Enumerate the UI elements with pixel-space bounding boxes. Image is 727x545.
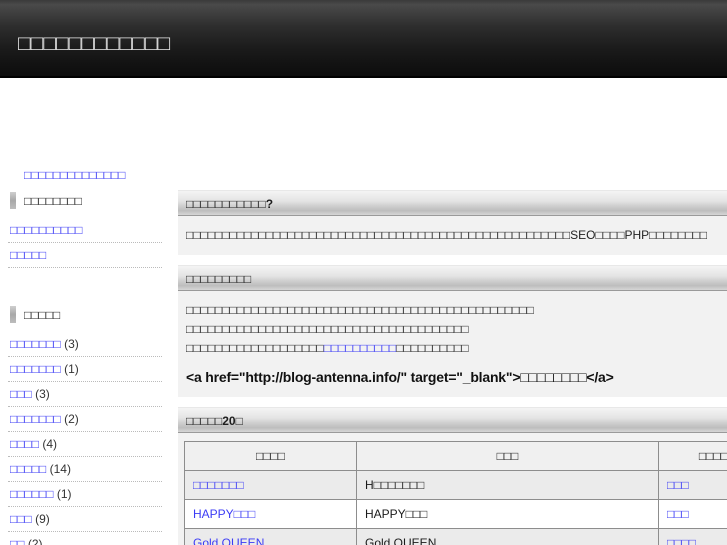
sidebar-item-category-5[interactable]: □□□□□ (14) xyxy=(8,457,162,482)
sidebar-item-menu-0[interactable]: □□□□□□□□□□ xyxy=(8,218,162,243)
row-site-link-1[interactable]: HAPPY□□□ xyxy=(193,507,255,521)
sidebar-category-link-8[interactable]: □□ xyxy=(10,537,25,545)
table-row[interactable]: □□□□□□□ H□□□□□□□ □□□ xyxy=(184,470,727,500)
cell-category[interactable]: □□□□ xyxy=(658,528,727,545)
sidebar-category-link-5[interactable]: □□□□□ xyxy=(10,462,46,476)
sidebar-category-link-1[interactable]: □□□□□□□ xyxy=(10,362,61,376)
table-header-row: □□□□ □□□ □□□□□ xyxy=(184,441,727,471)
about-panel: □□□□□□□□□□□? □□□□□□□□□□□□□□□□□□□□□□□□□□□… xyxy=(178,190,727,255)
howto-line-2: □□□□□□□□□□□□□□□□□□□□□□□□□□□□□□□□□□□□□□□ xyxy=(186,322,469,336)
sidebar-item-category-8[interactable]: □□ (2) xyxy=(8,532,162,545)
sidebar-category-count-2: (3) xyxy=(35,387,50,401)
howto-line-3: □□□□□□□□□□□□□□□□□□□□□□□□□□□□□□□□□□□□□□□ xyxy=(186,339,719,358)
sidebar-menu-heading: □□□□□□□□ xyxy=(8,190,162,212)
sidebar-item-menu-1[interactable]: □□□□□ xyxy=(8,243,162,268)
sidebar-menu-link-0[interactable]: □□□□□□□□□□ xyxy=(10,223,82,237)
sidebar-category-list: □□□□□□□ (3) □□□□□□□ (1) □□□ (3) □□□□□□□ … xyxy=(0,332,170,545)
table-row[interactable]: HAPPY□□□ HAPPY□□□ □□□ xyxy=(184,499,727,529)
row-site-link-0[interactable]: □□□□□□□ xyxy=(193,478,244,492)
sidebar-category-count-4: (4) xyxy=(42,437,58,451)
row-category-link-1[interactable]: □□□ xyxy=(667,507,689,521)
sidebar-category-link-6[interactable]: □□□□□□ xyxy=(10,487,54,501)
sidebar-item-category-7[interactable]: □□□ (9) xyxy=(8,507,162,532)
cell-category[interactable]: □□□ xyxy=(658,499,727,529)
sidebar-item-category-0[interactable]: □□□□□□□ (3) xyxy=(8,332,162,357)
about-panel-heading: □□□□□□□□□□□? xyxy=(178,190,727,216)
howto-line-3-post: □□□□□□□□□□ xyxy=(396,341,469,355)
sidebar-category-count-3: (2) xyxy=(64,412,79,426)
howto-line-3-pre: □□□□□□□□□□□□□□□□□□□ xyxy=(186,341,324,355)
site-header: □□□□□□□□□□□□ xyxy=(0,0,727,78)
sidebar-category-count-5: (14) xyxy=(49,462,71,476)
howto-inline-link[interactable]: □□□□□□□□□□ xyxy=(324,341,396,355)
cell-site[interactable]: HAPPY□□□ xyxy=(184,499,357,529)
sidebar-category-heading: □□□□□ xyxy=(8,304,162,326)
sidebar-menu-list: □□□□□□□□□□ □□□□□ xyxy=(0,218,170,268)
row-category-link-2[interactable]: □□□□ xyxy=(667,536,696,545)
column-header-title: □□□ xyxy=(356,441,659,471)
sidebar-category-link-3[interactable]: □□□□□□□ xyxy=(10,412,61,426)
ranking-table: □□□□ □□□ □□□□□ □□□□□□□ H□□□□□□□ □□□ HAPP… xyxy=(184,441,727,545)
cell-site[interactable]: □□□□□□□ xyxy=(184,470,357,500)
sidebar-category-count-8: (2) xyxy=(27,537,43,545)
sidebar-category-count-1: (1) xyxy=(64,362,79,376)
sidebar-category-link-7[interactable]: □□□ xyxy=(10,512,32,526)
site-title: □□□□□□□□□□□□ xyxy=(18,32,171,55)
sidebar-menu-heading-label: □□□□□□□□ xyxy=(24,194,82,208)
about-panel-body: □□□□□□□□□□□□□□□□□□□□□□□□□□□□□□□□□□□□□□□□… xyxy=(178,216,727,255)
sidebar-category-link-0[interactable]: □□□□□□□ xyxy=(10,337,61,351)
howto-panel-heading: □□□□□□□□□ xyxy=(178,265,727,291)
sidebar-menu-link-1[interactable]: □□□□□ xyxy=(10,248,46,262)
ranking-table-wrapper: □□□□ □□□ □□□□□ □□□□□□□ H□□□□□□□ □□□ HAPP… xyxy=(178,433,727,545)
column-header-category: □□□□□ xyxy=(658,441,727,471)
table-row[interactable]: Gold QUEEN Gold QUEEN □□□□ xyxy=(184,528,727,545)
sidebar: □□□□□□□□ □□□□□□□□□□ □□□□□ □□□□□ □□□□□□□ … xyxy=(0,156,170,545)
about-panel-text: □□□□□□□□□□□□□□□□□□□□□□□□□□□□□□□□□□□□□□□□… xyxy=(186,228,708,242)
sidebar-item-category-2[interactable]: □□□ (3) xyxy=(8,382,162,407)
sidebar-category-count-6: (1) xyxy=(56,487,72,501)
column-header-site: □□□□ xyxy=(184,441,357,471)
sidebar-category-count-7: (9) xyxy=(35,512,50,526)
row-category-link-0[interactable]: □□□ xyxy=(667,478,689,492)
ranking-table-head: □□□□ □□□ □□□□□ xyxy=(184,441,727,471)
main-content: □□□□□□□□□□□? □□□□□□□□□□□□□□□□□□□□□□□□□□□… xyxy=(178,156,727,545)
sidebar-item-category-3[interactable]: □□□□□□□ (2) xyxy=(8,407,162,432)
cell-title: H□□□□□□□ xyxy=(356,470,659,500)
sidebar-category-count-0: (3) xyxy=(64,337,79,351)
sidebar-item-category-6[interactable]: □□□□□□ (1) xyxy=(8,482,162,507)
ranking-table-body: □□□□□□□ H□□□□□□□ □□□ HAPPY□□□ HAPPY□□□ □… xyxy=(184,470,727,545)
howto-line-1: □□□□□□□□□□□□□□□□□□□□□□□□□□□□□□□□□□□□□□□□… xyxy=(186,303,534,317)
cell-title: HAPPY□□□ xyxy=(356,499,659,529)
page-body: □□□□□□□□□□□□□□ □□□□□□□□ □□□□□□□□□□ □□□□□… xyxy=(0,78,727,545)
ranking-panel: □□□□□20□ □□□□ □□□ □□□□□ □□□□□□□ H□□□□□□□ xyxy=(178,407,727,545)
howto-panel: □□□□□□□□□ □□□□□□□□□□□□□□□□□□□□□□□□□□□□□□… xyxy=(178,265,727,397)
sidebar-item-category-1[interactable]: □□□□□□□ (1) xyxy=(8,357,162,382)
sidebar-item-category-4[interactable]: □□□□ (4) xyxy=(8,432,162,457)
cell-title: Gold QUEEN xyxy=(356,528,659,545)
sidebar-category-link-4[interactable]: □□□□ xyxy=(10,437,39,451)
howto-panel-body: □□□□□□□□□□□□□□□□□□□□□□□□□□□□□□□□□□□□□□□□… xyxy=(178,291,727,397)
row-site-link-2[interactable]: Gold QUEEN xyxy=(193,536,264,545)
ranking-panel-heading: □□□□□20□ xyxy=(178,407,727,433)
cell-category[interactable]: □□□ xyxy=(658,470,727,500)
sidebar-category-heading-label: □□□□□ xyxy=(24,308,61,322)
cell-site[interactable]: Gold QUEEN xyxy=(184,528,357,545)
sidebar-category-link-2[interactable]: □□□ xyxy=(10,387,32,401)
howto-code-snippet: <a href="http://blog-antenna.info/" targ… xyxy=(186,369,614,385)
